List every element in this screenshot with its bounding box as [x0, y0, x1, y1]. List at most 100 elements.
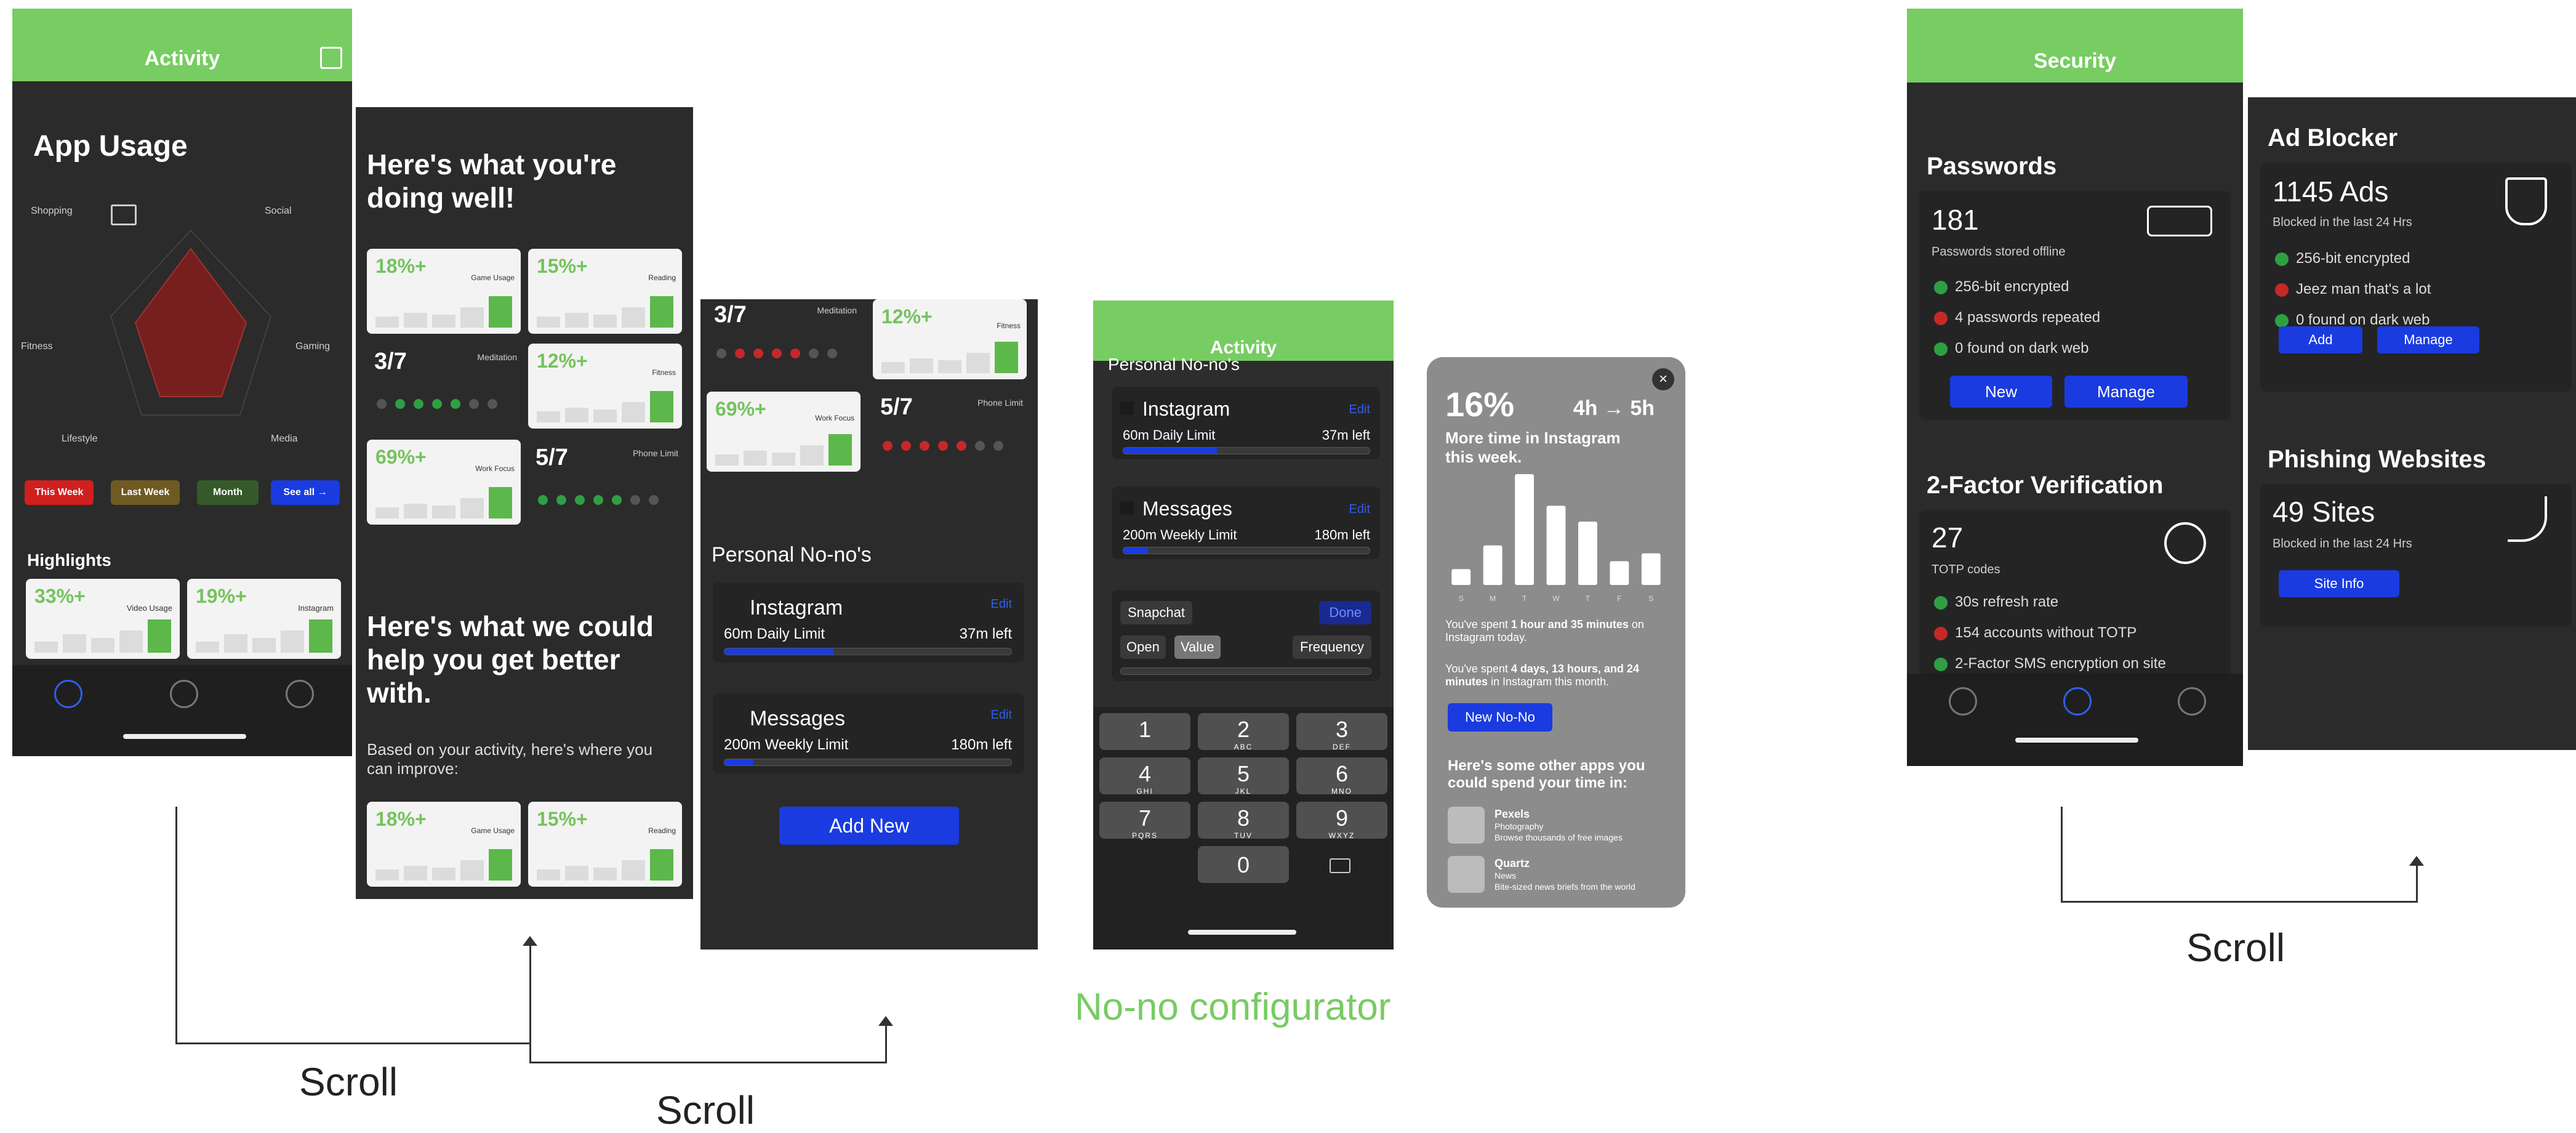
insight-bars	[375, 482, 512, 518]
highlight-card[interactable]: 19%+ Instagram	[187, 579, 341, 659]
close-icon[interactable]: ×	[1652, 368, 1674, 390]
new-password-button[interactable]: New	[1950, 376, 2052, 408]
no-no-progress	[724, 648, 1012, 655]
app-suggestion[interactable]: Quartz News Bite-sized news briefs from …	[1448, 856, 1669, 897]
popup-month: You've spent 4 days, 13 hours, and 24 mi…	[1445, 663, 1639, 688]
insight-pct: 12%+	[881, 305, 933, 328]
value-toggle[interactable]: Value	[1174, 635, 1221, 659]
no-no-edit[interactable]: Edit	[1349, 403, 1370, 417]
checkbox[interactable]	[1120, 401, 1134, 415]
key-8[interactable]: 8 TUV	[1198, 802, 1289, 840]
add-new-button[interactable]: Add New	[779, 807, 959, 845]
security-tab-icon[interactable]	[2063, 687, 2092, 716]
flow-connector	[2061, 901, 2418, 903]
profile-tab-icon[interactable]	[2178, 687, 2206, 716]
manage-adblock-button[interactable]: Manage	[2377, 326, 2479, 353]
app-suggestion[interactable]: Pexels Photography Browse thousands of f…	[1448, 807, 1669, 847]
pill-this-week[interactable]: This Week	[25, 480, 94, 505]
usage-bar	[1483, 545, 1503, 585]
frequency-toggle[interactable]: Frequency	[1293, 635, 1371, 659]
key-7[interactable]: 7 PQRS	[1099, 802, 1190, 840]
site-info-button[interactable]: Site Info	[2279, 570, 2399, 597]
no-no-item[interactable]: Instagram Edit 60m Daily Limit 37m left	[713, 583, 1024, 663]
app-category: News	[1495, 871, 1517, 881]
highlight-card[interactable]: 33%+ Video Usage	[26, 579, 180, 659]
activity-screen: Activity App Usage Shopping Social Fitne…	[12, 9, 352, 756]
no-no-item[interactable]: Messages Edit 200m Weekly Limit 180m lef…	[713, 693, 1024, 773]
key-2[interactable]: 2 ABC	[1198, 713, 1289, 751]
key-9[interactable]: 9 WXYZ	[1296, 802, 1387, 840]
app-description: Browse thousands of free images	[1495, 833, 1623, 842]
no-no-edit[interactable]: Edit	[991, 597, 1012, 611]
status-icon	[1934, 280, 1948, 294]
no-no-limit: 200m Weekly Limit	[724, 736, 849, 753]
open-toggle[interactable]: Open	[1120, 635, 1166, 659]
insight-pct: 18%+	[375, 808, 427, 830]
no-no-edit[interactable]: Edit	[991, 708, 1012, 722]
no-no-edit[interactable]: Edit	[1349, 502, 1370, 517]
key-4[interactable]: 4 GHI	[1099, 757, 1190, 796]
insights-screen: Here's what you're doing well! 18%+ Game…	[356, 107, 693, 899]
checkbox[interactable]	[1120, 501, 1134, 515]
pill-month[interactable]: Month	[197, 480, 259, 505]
insight-bars	[537, 844, 673, 881]
flow-connector	[529, 1062, 887, 1063]
no-no-limit: 60m Daily Limit	[1123, 427, 1216, 443]
add-adblock-button[interactable]: Add	[2279, 326, 2362, 353]
new-no-no-button[interactable]: New No-No	[1448, 703, 1552, 732]
activity-tab-icon[interactable]	[1949, 687, 1977, 716]
insight-card[interactable]: 69%+ Work Focus	[367, 440, 521, 525]
home-indicator	[123, 734, 246, 739]
insight-pct: 69%+	[375, 446, 427, 468]
backspace-icon[interactable]	[1330, 858, 1350, 873]
done-button[interactable]: Done	[1319, 601, 1371, 624]
key-5[interactable]: 5 JKL	[1198, 757, 1289, 796]
key-0[interactable]: 0	[1198, 846, 1289, 883]
streak-card[interactable]: 3/7 Meditation	[367, 344, 521, 429]
check-row: 2-Factor SMS encryption on site	[1934, 655, 2166, 672]
flow-connector	[2061, 807, 2063, 903]
manage-passwords-button[interactable]: Manage	[2064, 376, 2188, 408]
insight-card[interactable]: 18%+ Game Usage	[367, 249, 521, 334]
pill-see-all[interactable]: See all →	[271, 480, 340, 505]
app-name: Quartz	[1495, 857, 1530, 869]
insight-card[interactable]: 15%+ Reading	[528, 802, 682, 887]
highlight-label: Instagram	[298, 603, 334, 613]
insight-card[interactable]: 69%+ Work Focus	[707, 392, 861, 472]
activity-tab-icon[interactable]	[54, 680, 82, 708]
no-no-remaining: 180m left	[951, 736, 1012, 753]
app-field[interactable]: Snapchat	[1120, 601, 1192, 624]
phishing-subtitle: Blocked in the last 24 Hrs	[2273, 537, 2412, 550]
key-1[interactable]: 1	[1099, 713, 1190, 750]
streak-value: 3/7	[374, 349, 407, 374]
status-icon	[2275, 283, 2289, 297]
pill-last-week[interactable]: Last Week	[111, 480, 180, 505]
insight-pct: 18%+	[375, 255, 427, 277]
calendar-icon[interactable]	[320, 47, 342, 69]
security-header: Security	[1907, 9, 2243, 83]
key-3[interactable]: 3 DEF	[1296, 713, 1387, 751]
number-keypad: 1 2 ABC 3 DEF 4 GHI 5 JKL 6 MNO 7 PQRS 8 TUV 9W…	[1093, 707, 1394, 950]
streak-value: 5/7	[880, 394, 913, 420]
streak-label: Phone Limit	[977, 398, 1023, 408]
two-factor-checklist: 30s refresh rate 154 accounts without TO…	[1934, 594, 2166, 686]
phishing-card: 49 Sites Blocked in the last 24 Hrs Site…	[2260, 484, 2572, 627]
no-no-item[interactable]: Messages Edit 200m Weekly Limit 180m lef…	[1112, 486, 1380, 559]
security-tab-icon[interactable]	[170, 680, 198, 708]
flow-connector	[175, 1042, 531, 1044]
no-no-remaining: 37m left	[959, 626, 1012, 642]
insight-card[interactable]: 18%+ Game Usage	[367, 802, 521, 887]
streak-card[interactable]: 5/7 Phone Limit	[873, 392, 1027, 472]
status-icon	[1934, 626, 1948, 640]
highlight-label: Video Usage	[126, 603, 172, 613]
streak-card[interactable]: 5/7 Phone Limit	[528, 440, 682, 525]
no-no-item[interactable]: Instagram Edit 60m Daily Limit 37m left	[1112, 387, 1380, 459]
profile-tab-icon[interactable]	[286, 680, 314, 708]
insight-popup: × 16% 4h → 5h More time in Instagram thi…	[1427, 357, 1685, 908]
insight-card[interactable]: 15%+ Reading	[528, 249, 682, 334]
streak-dots	[716, 349, 837, 358]
streak-card[interactable]: 3/7 Meditation	[707, 299, 861, 379]
key-6[interactable]: 6 MNO	[1296, 757, 1387, 796]
insight-card[interactable]: 12%+ Fitness	[528, 344, 682, 429]
insight-card[interactable]: 12%+ Fitness	[873, 299, 1027, 379]
